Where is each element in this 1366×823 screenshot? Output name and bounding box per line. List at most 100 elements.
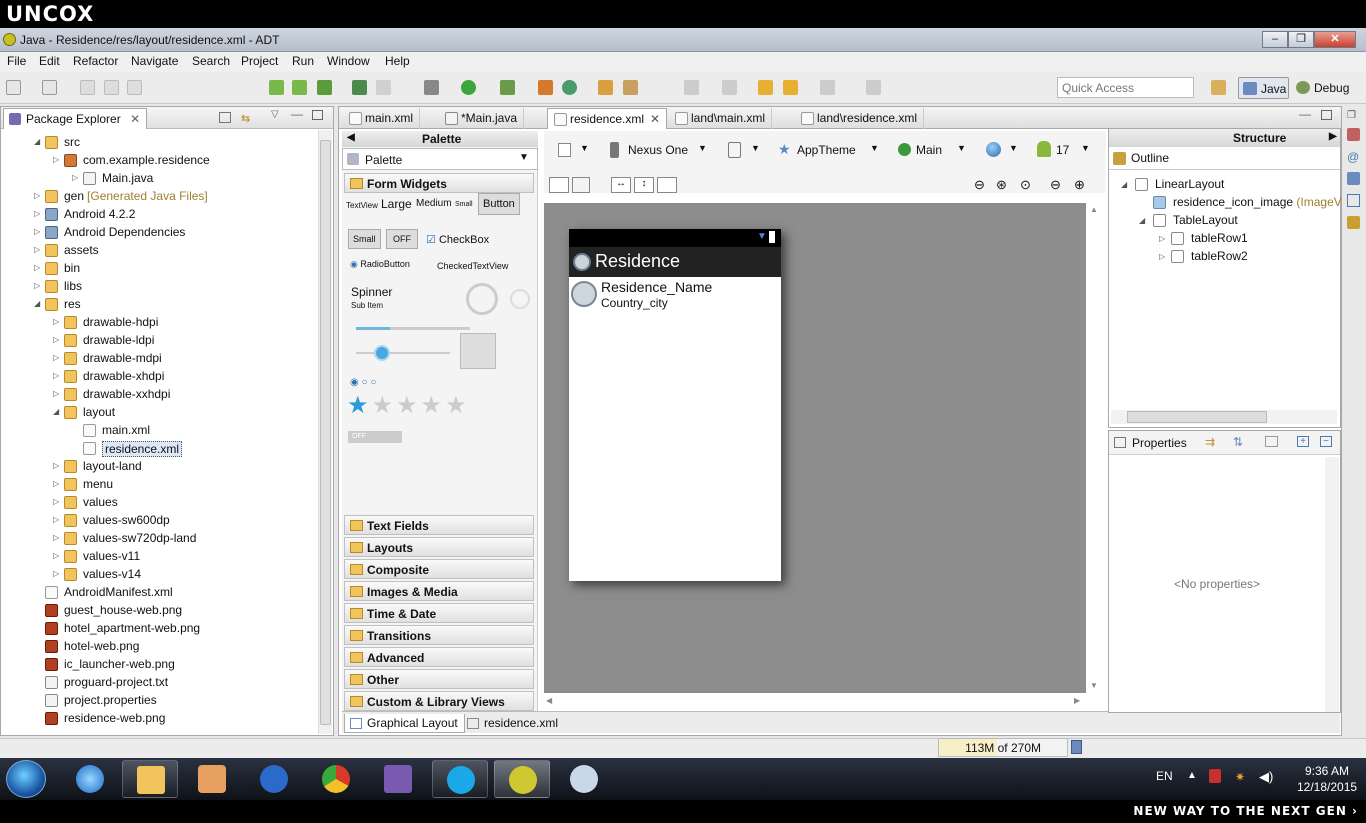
properties-scrollbar[interactable]: [1325, 457, 1339, 712]
outline-node-tablerow1[interactable]: tableRow1: [1191, 231, 1248, 245]
clean-icon[interactable]: [376, 80, 391, 95]
tree-item[interactable]: AndroidManifest.xml: [64, 585, 173, 599]
collapsed-arrow-icon[interactable]: ▷: [1159, 234, 1165, 243]
taskbar-media[interactable]: [184, 760, 240, 798]
heap-status[interactable]: 113M of 270M: [938, 738, 1068, 757]
country-city-text[interactable]: Country_city: [601, 296, 668, 310]
widget-large-text[interactable]: Large: [381, 197, 412, 211]
collapsed-arrow-icon[interactable]: ▷: [53, 515, 59, 524]
canvas-horizontal-scrollbar[interactable]: ◀ ▶: [544, 695, 1086, 709]
tab-land-main-xml[interactable]: land\main.xml: [669, 108, 773, 129]
collapsed-arrow-icon[interactable]: ▷: [72, 173, 78, 182]
tree-item[interactable]: com.example.residence: [83, 153, 210, 167]
pin-editor-icon[interactable]: [866, 80, 881, 95]
tree-item[interactable]: values-sw720dp-land: [83, 531, 196, 545]
widget-switch[interactable]: OFF: [348, 431, 402, 443]
open-perspective-icon[interactable]: [1211, 80, 1226, 95]
taskbar-skype[interactable]: [432, 760, 488, 798]
activity-selector[interactable]: Main: [916, 143, 942, 157]
seekbar-thumb[interactable]: [374, 345, 390, 361]
expanded-arrow-icon[interactable]: ◢: [1121, 180, 1127, 189]
tree-item[interactable]: libs: [64, 279, 82, 293]
tree-item[interactable]: values-sw600dp: [83, 513, 170, 527]
scroll-down-icon[interactable]: ▼: [1090, 681, 1098, 690]
api-level-selector[interactable]: 17: [1056, 143, 1069, 157]
tab-xml-source[interactable]: residence.xml: [462, 714, 564, 733]
menu-navigate[interactable]: Navigate: [131, 54, 178, 68]
tree-item[interactable]: drawable-mdpi: [83, 351, 162, 365]
residence-name-text[interactable]: Residence_Name: [601, 279, 712, 295]
tree-item[interactable]: Android Dependencies: [64, 225, 185, 239]
minimize-button[interactable]: –: [1262, 31, 1288, 48]
tree-vertical-scrollbar[interactable]: [318, 130, 332, 734]
close-button[interactable]: ✕: [1314, 31, 1356, 48]
tree-item[interactable]: values: [83, 495, 118, 509]
prev-annotation-icon[interactable]: [722, 80, 737, 95]
logcat-view-icon[interactable]: [1347, 216, 1360, 229]
tree-item[interactable]: hotel-web.png: [64, 639, 139, 653]
collapse-structure-icon[interactable]: ▶: [1329, 131, 1337, 142]
expanded-arrow-icon[interactable]: ◢: [1139, 216, 1145, 225]
package-explorer-tab[interactable]: Package Explorer ✕: [3, 108, 148, 129]
tree-item[interactable]: values-v11: [83, 549, 140, 563]
layout-canvas[interactable]: ▼ Residence Residence_Name Country_city: [544, 203, 1086, 693]
tab-main-java[interactable]: *Main.java: [439, 108, 525, 129]
collapsed-arrow-icon[interactable]: ▷: [53, 155, 59, 164]
collapsed-arrow-icon[interactable]: ▷: [53, 479, 59, 488]
collapsed-arrow-icon[interactable]: ▷: [34, 281, 40, 290]
menu-project[interactable]: Project: [241, 54, 278, 68]
category-composite[interactable]: Composite: [344, 559, 534, 579]
ratingbar-icon[interactable]: ★★★★★: [347, 391, 470, 420]
collapse-all-icon[interactable]: [219, 112, 231, 123]
widget-checkedtextview[interactable]: CheckedTextView: [437, 261, 508, 271]
print-icon[interactable]: [127, 80, 142, 95]
category-layouts[interactable]: Layouts: [344, 537, 534, 557]
expanded-arrow-icon[interactable]: ◢: [53, 407, 59, 416]
zoom-out-icon[interactable]: ⊖: [974, 177, 985, 193]
tree-item[interactable]: hotel_apartment-web.png: [64, 621, 200, 635]
network-icon[interactable]: ✷: [1235, 770, 1245, 784]
taskbar-visual-studio[interactable]: [370, 760, 426, 798]
taskbar-paint[interactable]: [556, 760, 612, 798]
expanded-arrow-icon[interactable]: ◢: [34, 137, 40, 146]
language-indicator[interactable]: EN: [1156, 769, 1173, 783]
new-package-icon[interactable]: [562, 80, 577, 95]
menu-search[interactable]: Search: [192, 54, 230, 68]
fill-width-icon[interactable]: ↔: [611, 177, 631, 193]
config-chooser-icon[interactable]: [558, 143, 571, 157]
tree-item[interactable]: Main.java: [102, 171, 153, 185]
android-sdk-icon[interactable]: [269, 80, 284, 95]
collapsed-arrow-icon[interactable]: ▷: [34, 263, 40, 272]
tree-item[interactable]: project.properties: [64, 693, 157, 707]
view-menu-icon[interactable]: ▽: [271, 109, 279, 120]
save-all-icon[interactable]: [104, 80, 119, 95]
minimize-editor-icon[interactable]: —: [1299, 107, 1311, 121]
tree-item[interactable]: res: [64, 297, 81, 311]
show-hidden-icons[interactable]: ▲: [1187, 770, 1197, 781]
debug-run-icon[interactable]: [424, 80, 439, 95]
link-with-editor-icon[interactable]: ⇆: [241, 112, 253, 125]
expand-all-icon[interactable]: +: [1297, 436, 1309, 447]
taskbar-explorer[interactable]: [122, 760, 178, 798]
tree-item[interactable]: assets: [64, 243, 99, 257]
category-custom-library-views[interactable]: Custom & Library Views: [344, 691, 534, 711]
collapsed-arrow-icon[interactable]: ▷: [53, 335, 59, 344]
tree-item[interactable]: residence-web.png: [64, 711, 165, 725]
outline-horizontal-scrollbar[interactable]: [1111, 410, 1337, 424]
taskbar-phone[interactable]: [246, 760, 302, 798]
tree-item[interactable]: drawable-ldpi: [83, 333, 154, 347]
scroll-right-icon[interactable]: ▶: [1074, 696, 1080, 705]
minimize-view-icon[interactable]: —: [291, 107, 303, 121]
tree-item[interactable]: residence.xml: [102, 441, 183, 457]
collapsed-arrow-icon[interactable]: ▷: [53, 551, 59, 560]
menu-window[interactable]: Window: [327, 54, 370, 68]
menu-edit[interactable]: Edit: [39, 54, 60, 68]
taskbar-adt[interactable]: [494, 760, 550, 798]
orientation-icon[interactable]: [728, 142, 741, 158]
forward-icon[interactable]: [820, 80, 835, 95]
category-images-media[interactable]: Images & Media: [344, 581, 534, 601]
close-tab-icon[interactable]: ✕: [130, 112, 140, 126]
layout-horizontal-icon[interactable]: [549, 177, 569, 193]
maximize-view-icon[interactable]: [312, 110, 323, 120]
start-button[interactable]: [6, 760, 46, 798]
